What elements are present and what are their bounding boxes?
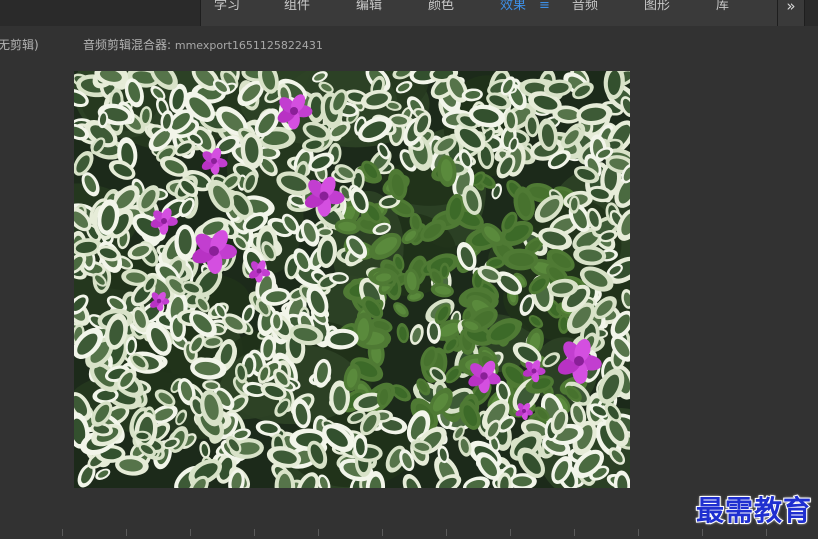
ruler-tick: [190, 529, 191, 536]
foliage-photo: [74, 71, 630, 488]
ruler-tick: [766, 529, 767, 536]
ruler-tick: [574, 529, 575, 536]
ruler-tick: [318, 529, 319, 536]
tab-effects[interactable]: 效果: [500, 0, 526, 14]
source-panel-tab[interactable]: 无剪辑): [0, 36, 39, 53]
tab-libraries[interactable]: 库: [716, 0, 729, 14]
workspace-bar-right: [805, 0, 818, 26]
monitor-panel-header: 无剪辑) 音频剪辑混合器: mmexport1651125822431: [0, 28, 818, 58]
hamburger-menu-icon[interactable]: ≡: [539, 0, 550, 14]
ruler-tick: [62, 529, 63, 536]
workspace-tabs: 学习 组件 编辑 颜色 效果 ≡ 音频 图形 库: [200, 0, 778, 26]
tab-graphics[interactable]: 图形: [644, 0, 670, 14]
audio-clip-mixer-label: 音频剪辑混合器:: [83, 38, 172, 52]
ruler-tick: [382, 529, 383, 536]
ruler-tick: [702, 529, 703, 536]
tab-audio[interactable]: 音频: [572, 0, 598, 14]
ruler-tick: [446, 529, 447, 536]
workspace-bar-left: [0, 0, 200, 26]
clip-name: mmexport1651125822431: [174, 39, 323, 52]
watermark-logo: 最需教育: [695, 493, 812, 528]
workspace-bar: 学习 组件 编辑 颜色 效果 ≡ 音频 图形 库 »: [0, 0, 818, 26]
app-window: 学习 组件 编辑 颜色 效果 ≡ 音频 图形 库 » 无剪辑) 音频剪辑混合器:…: [0, 0, 818, 539]
tab-color[interactable]: 颜色: [428, 0, 454, 14]
ruler-tick: [510, 529, 511, 536]
tab-editing[interactable]: 编辑: [356, 0, 382, 14]
ruler-tick: [254, 529, 255, 536]
ruler-tick: [638, 529, 639, 536]
tab-assembly[interactable]: 组件: [284, 0, 310, 14]
tab-learning[interactable]: 学习: [214, 0, 240, 14]
overflow-chevron-icon[interactable]: »: [778, 0, 805, 26]
audio-clip-mixer-tab[interactable]: 音频剪辑混合器: mmexport1651125822431: [83, 36, 323, 53]
program-monitor-image[interactable]: [74, 71, 630, 488]
ruler-tick: [126, 529, 127, 536]
